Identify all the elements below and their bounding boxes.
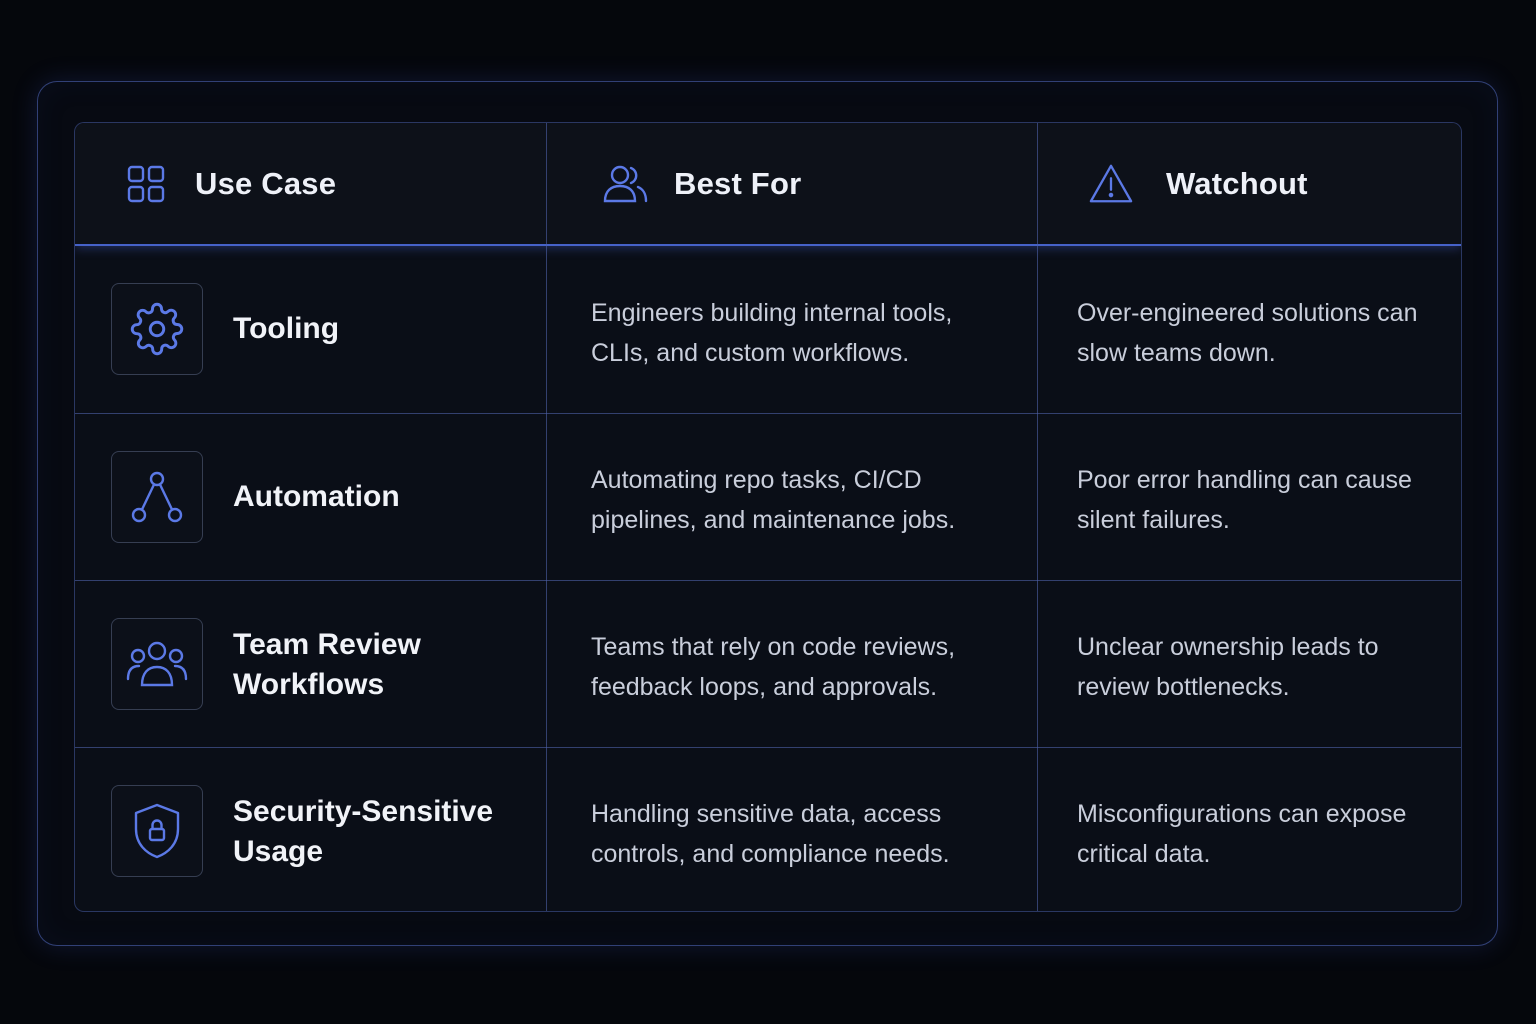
use-case-label: Team Review Workflows — [233, 628, 421, 701]
best-for-text: Teams that rely on code reviews, feedbac… — [591, 633, 956, 701]
best-for-text: Engineers building internal tools, CLIs,… — [591, 299, 953, 367]
header-cell-watchout: Watchout — [1088, 123, 1308, 244]
gear-icon — [111, 283, 203, 375]
header-label-best-for: Best For — [674, 165, 802, 201]
use-case-label: Security-Sensitive Usage — [233, 795, 494, 868]
table-row: Tooling Engineers building internal tool… — [75, 245, 1461, 413]
use-case-label: Automation — [233, 480, 400, 513]
workflow-nodes-icon — [111, 451, 203, 543]
table-row: Automation Automating repo tasks, CI/CD … — [75, 414, 1461, 580]
best-for-text: Automating repo tasks, CI/CD pipelines, … — [591, 466, 956, 534]
table-row: Security-Sensitive Usage Handling sensit… — [75, 748, 1461, 911]
header-cell-best-for: Best For — [602, 123, 801, 244]
comparison-table: Use Case Best For Watchout Tooling Engin… — [74, 122, 1462, 912]
watchout-text: Over-engineered solutions can slow teams… — [1077, 299, 1418, 367]
header-label-watchout: Watchout — [1166, 165, 1308, 201]
best-for-text: Handling sensitive data, access controls… — [591, 800, 950, 868]
watchout-text: Misconfigurations can expose critical da… — [1077, 800, 1407, 868]
warning-icon — [1088, 161, 1134, 207]
team-icon — [111, 618, 203, 710]
users-icon — [602, 161, 648, 207]
header-label-use-case: Use Case — [195, 165, 337, 201]
shield-lock-icon — [111, 785, 203, 877]
use-case-label: Tooling — [233, 312, 340, 345]
grid-icon — [123, 161, 169, 207]
table-row: Team Review Workflows Teams that rely on… — [75, 581, 1461, 747]
watchout-text: Poor error handling can cause silent fai… — [1077, 466, 1412, 534]
watchout-text: Unclear ownership leads to review bottle… — [1077, 633, 1379, 701]
header-cell-use-case: Use Case — [123, 123, 336, 244]
